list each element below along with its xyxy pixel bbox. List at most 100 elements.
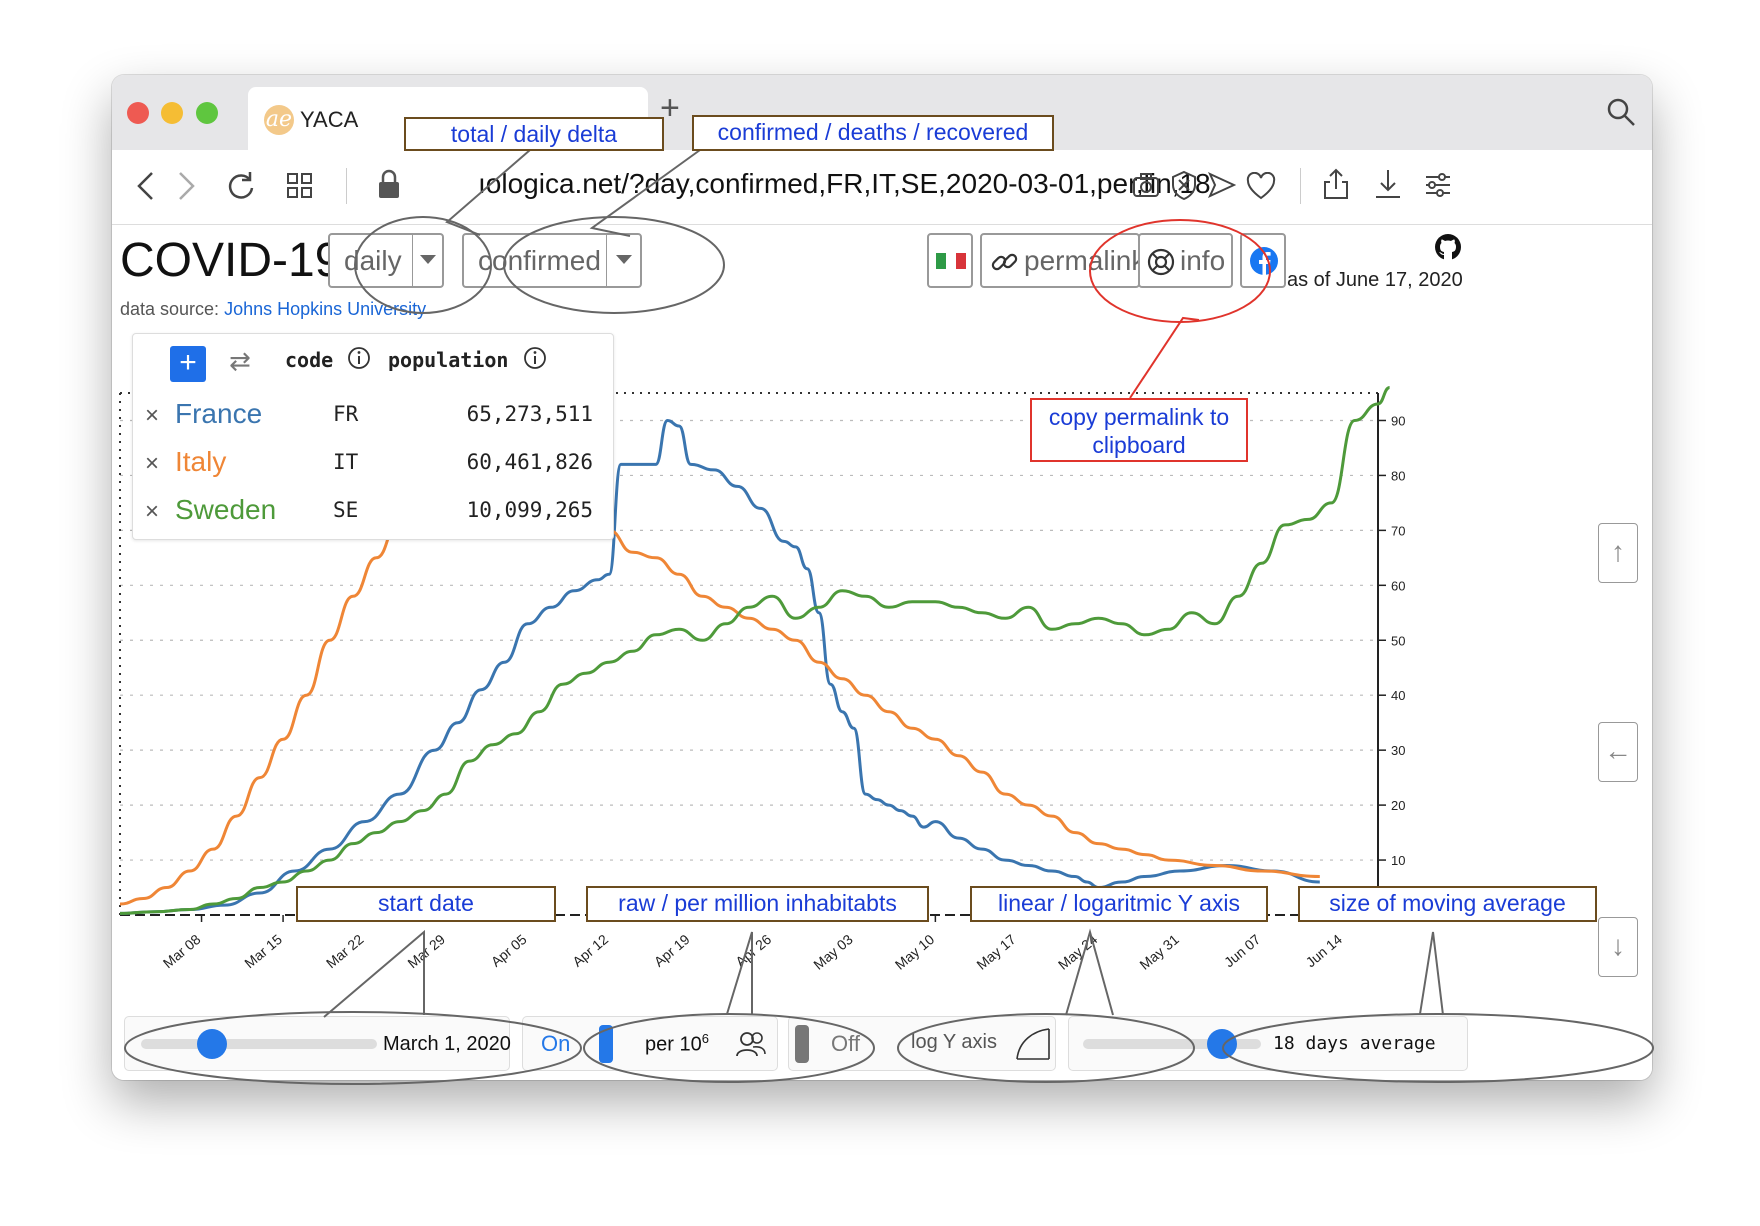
x-tick-label: May 10 bbox=[892, 931, 938, 973]
country-population: 10,099,265 bbox=[466, 498, 593, 522]
yaca-logo-icon: ae bbox=[264, 105, 294, 135]
moving-average-slider-knob[interactable] bbox=[1206, 1029, 1237, 1059]
x-tick-label: Apr 26 bbox=[732, 931, 774, 970]
log-axis-off-label: Off bbox=[831, 1031, 860, 1056]
grid-view-icon[interactable] bbox=[286, 172, 314, 200]
y-tick-label: 40 bbox=[1391, 688, 1405, 703]
x-tick-label: Apr 19 bbox=[651, 931, 693, 970]
per-million-toggle[interactable] bbox=[599, 1025, 613, 1063]
country-code: IT bbox=[333, 450, 359, 474]
share-icon[interactable] bbox=[1322, 168, 1350, 200]
y-tick-label: 10 bbox=[1391, 853, 1405, 868]
back-icon[interactable] bbox=[134, 170, 156, 202]
start-date-value: March 1, 2020 bbox=[383, 1033, 511, 1055]
country-code: FR bbox=[333, 402, 359, 426]
camera-icon[interactable] bbox=[1132, 172, 1160, 198]
x-tick-label: May 03 bbox=[810, 931, 856, 973]
country-name[interactable]: Italy bbox=[175, 446, 226, 478]
x-tick-label: Mar 15 bbox=[241, 931, 285, 971]
annotation-raw-per-million: raw / per million inhabitabts bbox=[586, 886, 929, 922]
annotation-confirmed-deaths: confirmed / deaths / recovered bbox=[692, 115, 1054, 151]
x-tick-label: Jun 07 bbox=[1221, 931, 1264, 970]
annotation-moving-average: size of moving average bbox=[1298, 886, 1597, 922]
log-axis-control: Off log Y axis bbox=[788, 1016, 1056, 1071]
legend-row-sweden: × Sweden SE 10,099,265 bbox=[133, 486, 613, 534]
log-axis-toggle[interactable] bbox=[795, 1025, 809, 1063]
country-name[interactable]: France bbox=[175, 398, 262, 430]
minimize-window-button[interactable] bbox=[161, 102, 183, 124]
search-icon[interactable] bbox=[1606, 97, 1636, 127]
x-tick-label: Mar 29 bbox=[404, 931, 448, 971]
lock-icon bbox=[379, 169, 399, 198]
shield-block-icon[interactable] bbox=[1170, 170, 1198, 200]
legend-row-france: × France FR 65,273,511 bbox=[133, 390, 613, 438]
annotation-linear-log: linear / logaritmic Y axis bbox=[970, 886, 1268, 922]
reload-icon[interactable] bbox=[226, 170, 256, 200]
page-content: COVID-19 daily confirmed permalink info … bbox=[112, 225, 1652, 1080]
x-tick-label: Apr 05 bbox=[488, 931, 530, 970]
x-tick-label: Apr 12 bbox=[569, 931, 611, 970]
code-info-icon[interactable] bbox=[347, 346, 371, 370]
y-tick-label: 50 bbox=[1391, 633, 1405, 648]
annotation-total-daily: total / daily delta bbox=[404, 117, 664, 151]
close-window-button[interactable] bbox=[127, 102, 149, 124]
browser-window: ae YACA + ıologica.net/?day,confirmed,FR… bbox=[112, 75, 1652, 1080]
y-tick-label: 90 bbox=[1391, 413, 1405, 428]
remove-country-icon[interactable]: × bbox=[145, 402, 159, 430]
y-tick-label: 70 bbox=[1391, 523, 1405, 538]
pan-left-button[interactable]: ← bbox=[1598, 722, 1638, 782]
x-tick-label: Mar 22 bbox=[323, 931, 367, 971]
y-tick-label: 20 bbox=[1391, 798, 1405, 813]
population-header: population bbox=[388, 348, 509, 372]
x-tick-label: May 24 bbox=[1055, 931, 1101, 973]
moving-average-control: 18 days average bbox=[1068, 1016, 1468, 1071]
y-tick-label: 80 bbox=[1391, 468, 1405, 483]
send-icon[interactable] bbox=[1208, 172, 1236, 198]
tab-title: YACA bbox=[300, 107, 359, 132]
remove-country-icon[interactable]: × bbox=[145, 450, 159, 478]
annotation-copy-permalink-line2: clipboard bbox=[1092, 432, 1186, 458]
per-million-base: per 10 bbox=[645, 1033, 702, 1056]
x-tick-label: May 31 bbox=[1136, 931, 1182, 973]
y-tick-label: 30 bbox=[1391, 743, 1405, 758]
per-million-exponent: 6 bbox=[701, 1031, 709, 1046]
start-date-slider[interactable] bbox=[141, 1039, 377, 1049]
country-name[interactable]: Sweden bbox=[175, 494, 276, 526]
browser-toolbar: ıologica.net/?day,confirmed,FR,IT,SE,202… bbox=[112, 150, 1652, 225]
annotation-copy-permalink-line1: copy permalink to bbox=[1048, 404, 1230, 430]
download-icon[interactable] bbox=[1374, 168, 1402, 200]
swap-icon[interactable]: ⇄ bbox=[229, 346, 251, 377]
code-header: code bbox=[285, 348, 334, 372]
annotation-start-date: start date bbox=[296, 886, 556, 922]
remove-country-icon[interactable]: × bbox=[145, 498, 159, 526]
heart-icon[interactable] bbox=[1246, 172, 1276, 200]
per-million-on-label: On bbox=[541, 1031, 571, 1056]
x-tick-label: Mar 08 bbox=[160, 931, 204, 971]
x-tick-label: May 17 bbox=[973, 931, 1019, 973]
settings-sliders-icon[interactable] bbox=[1424, 172, 1452, 198]
start-date-slider-knob[interactable] bbox=[196, 1029, 227, 1059]
toolbar-divider bbox=[1300, 168, 1301, 204]
log-axis-label: log Y axis bbox=[911, 1031, 997, 1053]
y-tick-label: 60 bbox=[1391, 578, 1405, 593]
x-tick-label: Jun 14 bbox=[1302, 931, 1345, 970]
country-legend: + ⇄ code population × France FR 65,273,5… bbox=[132, 333, 614, 540]
forward-icon[interactable] bbox=[176, 170, 198, 202]
legend-row-italy: × Italy IT 60,461,826 bbox=[133, 438, 613, 486]
zoom-window-button[interactable] bbox=[196, 102, 218, 124]
people-icon bbox=[736, 1032, 766, 1057]
log-curve-icon bbox=[1016, 1028, 1050, 1060]
per-million-label: per 106 bbox=[645, 1031, 709, 1057]
population-info-icon[interactable] bbox=[523, 346, 547, 370]
pan-down-button[interactable]: ↓ bbox=[1598, 917, 1638, 977]
annotation-copy-permalink: copy permalink to clipboard bbox=[1030, 398, 1248, 462]
toolbar-divider bbox=[346, 168, 347, 204]
country-population: 65,273,511 bbox=[466, 402, 593, 426]
country-code: SE bbox=[333, 498, 359, 522]
country-population: 60,461,826 bbox=[466, 450, 593, 474]
pan-up-button[interactable]: ↑ bbox=[1598, 523, 1638, 583]
start-date-control: March 1, 2020 bbox=[124, 1016, 511, 1071]
per-million-control: On per 106 bbox=[522, 1016, 778, 1071]
add-country-icon[interactable]: + bbox=[170, 346, 206, 382]
moving-average-label: 18 days average bbox=[1273, 1033, 1436, 1054]
